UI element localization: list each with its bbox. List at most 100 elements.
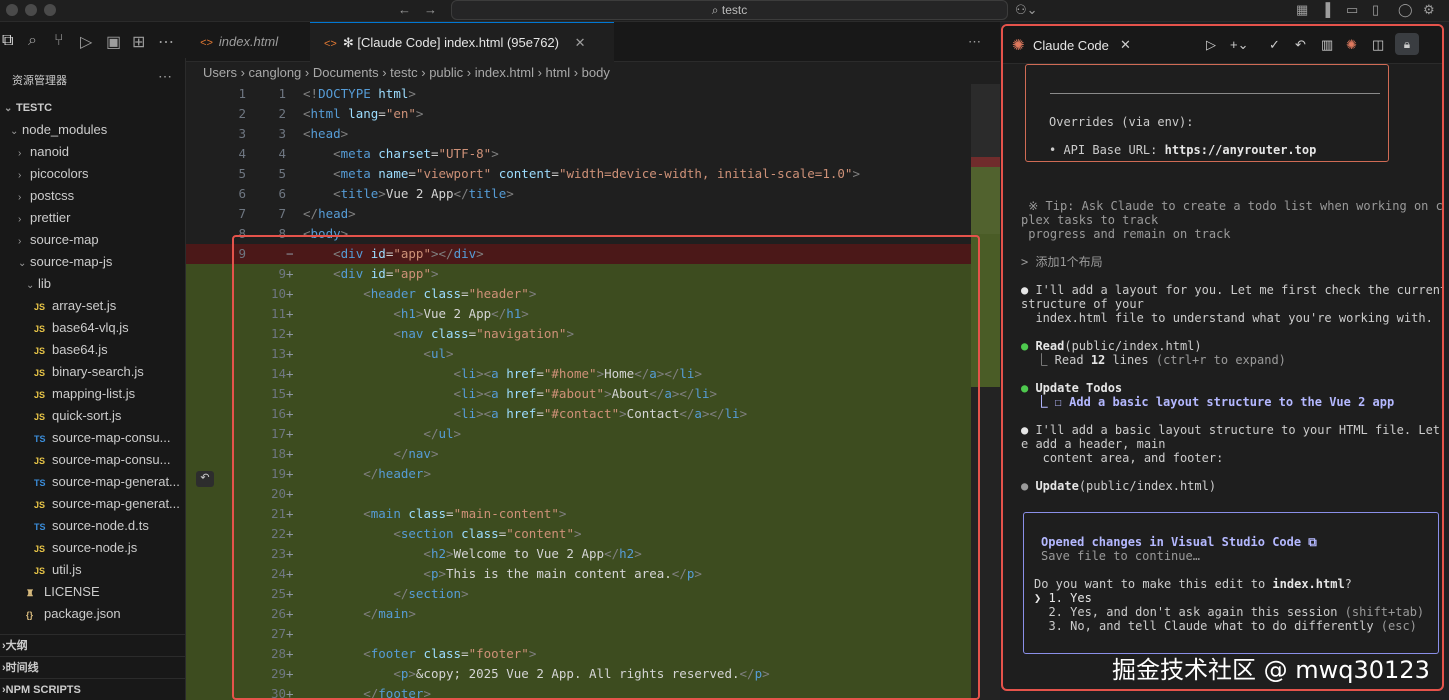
search-view-icon[interactable]: ⌕	[28, 32, 37, 50]
explorer-more-icon[interactable]: ⋯	[158, 68, 172, 85]
breadcrumb-item[interactable]: html	[546, 65, 571, 80]
chevron-right-icon: ›	[18, 236, 22, 247]
close-tab-icon[interactable]: ✕	[1120, 37, 1131, 53]
tree-item[interactable]: TS source-node.d.ts	[0, 515, 185, 537]
customize-layout-icon[interactable]: ▦	[1296, 2, 1308, 18]
code-line[interactable]: 4 4 <meta charset="UTF-8">	[186, 144, 976, 164]
save-hint: Save file to continue…	[1041, 549, 1200, 563]
tree-item[interactable]: JS mapping-list.js	[0, 383, 185, 405]
code-line[interactable]: 5 5 <meta name="viewport" content="width=…	[186, 164, 976, 184]
tree-item[interactable]: › nanoid	[0, 141, 185, 163]
tree-item[interactable]: {} package.json	[0, 603, 185, 625]
explorer-icon[interactable]: ⧉	[2, 32, 13, 50]
toggle-panel-icon[interactable]: ▭	[1346, 2, 1358, 18]
code-line[interactable]: 3 3 <head>	[186, 124, 976, 144]
tree-item[interactable]: TS source-map-consu...	[0, 427, 185, 449]
tree-item[interactable]: JS array-set.js	[0, 295, 185, 317]
code-line[interactable]: 1 1 <!DOCTYPE html>	[186, 84, 976, 104]
modified-line-number: 2	[278, 106, 286, 121]
search-icon: ⌕	[711, 3, 722, 17]
tree-item[interactable]: JS binary-search.js	[0, 361, 185, 383]
overrides-label: Overrides (via env):	[1049, 115, 1194, 129]
breadcrumb-item[interactable]: public	[429, 65, 463, 80]
remote-explorer-icon[interactable]: ▣	[106, 32, 121, 52]
sidebar-section[interactable]: ›时间线	[0, 656, 185, 678]
diff-highlight-box	[232, 235, 980, 700]
command-center-search[interactable]: ⌕ testc	[451, 0, 1008, 20]
undo-icon[interactable]: ↶	[1295, 37, 1306, 53]
tree-item[interactable]: JS source-node.js	[0, 537, 185, 559]
tree-item-label: picocolors	[30, 166, 89, 181]
diff-view-icon[interactable]: ▥	[1321, 37, 1333, 53]
tree-item[interactable]: JS source-map-consu...	[0, 449, 185, 471]
breadcrumb-item[interactable]: testc	[390, 65, 417, 80]
back-arrow-icon[interactable]: ←	[398, 2, 411, 17]
revert-change-icon[interactable]: ↶	[196, 471, 214, 487]
tree-item[interactable]: JS base64-vlq.js	[0, 317, 185, 339]
tree-item[interactable]: › picocolors	[0, 163, 185, 185]
split-editor-icon[interactable]: ◫	[1372, 37, 1384, 53]
tree-item[interactable]: › postcss	[0, 185, 185, 207]
api-base-line: • API Base URL: https://anyrouter.top	[1049, 143, 1317, 157]
more-views-icon[interactable]: ⋯	[158, 32, 174, 52]
option-yes-dont-ask[interactable]: 2. Yes, and don't ask again this session…	[1034, 605, 1424, 619]
sidebar-section[interactable]: ›NPM SCRIPTS	[0, 678, 185, 700]
toggle-sidebar-icon[interactable]: ▐	[1321, 2, 1330, 17]
original-line-number: 7	[238, 206, 246, 221]
run-debug-icon[interactable]: ▷	[80, 32, 92, 52]
sidebar-section[interactable]: ›大纲	[0, 634, 185, 656]
code-line[interactable]: 7 7 </head>	[186, 204, 976, 224]
breadcrumb-separator: ›	[301, 65, 313, 80]
tree-item-label: source-map-generat...	[52, 496, 180, 511]
js-file-icon: JS	[34, 324, 46, 334]
maximize-window-icon[interactable]	[44, 4, 56, 16]
accept-check-icon[interactable]: ✓	[1269, 37, 1280, 53]
option-yes[interactable]: ❯ 1. Yes	[1034, 591, 1092, 605]
new-chat-icon[interactable]: +⌄	[1230, 37, 1248, 53]
tree-item[interactable]: JS quick-sort.js	[0, 405, 185, 427]
tree-item[interactable]: JS util.js	[0, 559, 185, 581]
code-line[interactable]: 6 6 <title>Vue 2 App</title>	[186, 184, 976, 204]
toggle-secondary-sidebar-icon[interactable]: ▯	[1372, 2, 1379, 18]
close-window-icon[interactable]	[6, 4, 18, 16]
breadcrumb-item[interactable]: body	[582, 65, 610, 80]
chevron-down-icon: ⌄	[26, 280, 35, 291]
forward-arrow-icon[interactable]: →	[424, 2, 437, 17]
breadcrumb-separator: ›	[236, 65, 249, 80]
run-icon[interactable]: ▷	[1206, 37, 1216, 53]
breadcrumb-item[interactable]: index.html	[475, 65, 534, 80]
tree-item[interactable]: JS source-map-generat...	[0, 493, 185, 515]
tree-item[interactable]: ♜ LICENSE	[0, 581, 185, 603]
code-line[interactable]: 2 2 <html lang="en">	[186, 104, 976, 124]
source-control-icon[interactable]: ⑂	[54, 32, 64, 50]
minimize-window-icon[interactable]	[25, 4, 37, 16]
tree-item[interactable]: ⌄ source-map-js	[0, 251, 185, 273]
tree-item[interactable]: ⌄ node_modules	[0, 119, 185, 141]
tree-item-label: source-map-generat...	[52, 474, 180, 489]
close-tab-icon[interactable]: ✕	[575, 35, 586, 50]
extensions-icon[interactable]: ⊞	[132, 32, 145, 52]
chevron-right-icon: ›	[18, 148, 22, 159]
tree-item[interactable]: JS base64.js	[0, 339, 185, 361]
tab-claude-diff[interactable]: <> ✻ [Claude Code] index.html (95e762) ✕	[310, 22, 614, 62]
settings-gear-icon[interactable]: ⚙	[1423, 2, 1435, 18]
workspace-root[interactable]: ⌄ TESTC	[0, 97, 185, 119]
tree-item[interactable]: › prettier	[0, 207, 185, 229]
breadcrumb-item[interactable]: Users	[203, 65, 237, 80]
breadcrumb-item[interactable]: canglong	[249, 65, 302, 80]
claude-logo-icon: ✺	[1012, 37, 1025, 54]
lock-icon[interactable]: 🔒︎	[1395, 33, 1419, 55]
opened-changes-link[interactable]: Opened changes in Visual Studio Code ⧉	[1041, 535, 1317, 549]
tree-item[interactable]: › source-map	[0, 229, 185, 251]
editor-more-icon[interactable]: ⋯	[968, 34, 981, 50]
copilot-icon[interactable]: ⚇⌄	[1015, 2, 1038, 18]
claude-tab-title[interactable]: Claude Code	[1033, 38, 1109, 53]
account-icon[interactable]: ◯	[1398, 2, 1413, 18]
claude-spark-icon[interactable]: ✺	[1346, 37, 1357, 53]
tab-index-html[interactable]: <> index.html	[186, 22, 308, 62]
tree-item[interactable]: ⌄ lib	[0, 273, 185, 295]
tree-item[interactable]: TS source-map-generat...	[0, 471, 185, 493]
explorer-sidebar: 资源管理器 ⋯ ⌄ TESTC ⌄ node_modules › nanoid › pico…	[0, 58, 186, 700]
option-no[interactable]: 3. No, and tell Claude what to do differ…	[1034, 619, 1416, 633]
breadcrumb-item[interactable]: Documents	[313, 65, 379, 80]
